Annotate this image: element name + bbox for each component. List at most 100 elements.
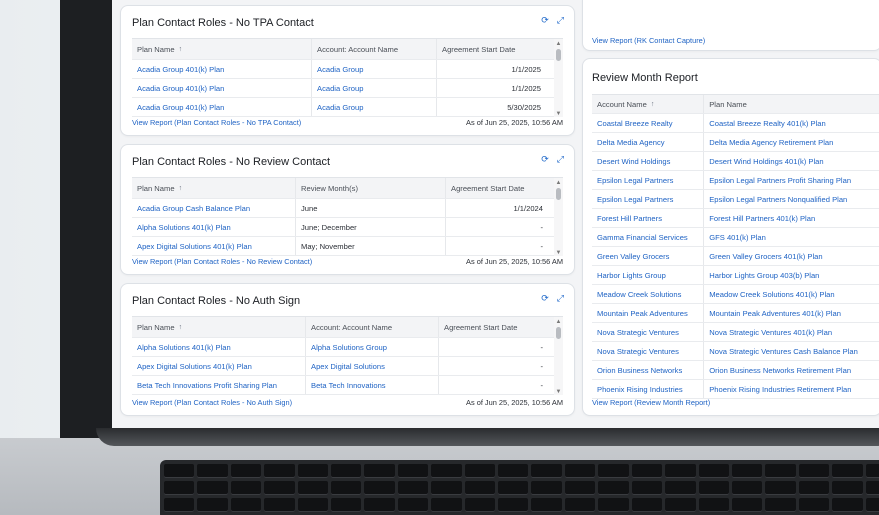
column-header[interactable]: Plan Name xyxy=(704,95,879,113)
scroll-up-icon[interactable]: ▲ xyxy=(555,41,562,47)
table-cell[interactable]: Orion Business Networks xyxy=(592,361,705,379)
keyboard-key xyxy=(197,498,228,512)
table-row: Acadia Group 401(k) Plan Acadia Group 1/1/… xyxy=(132,60,563,79)
table-cell[interactable]: Nova Strategic Ventures xyxy=(592,323,705,341)
table-row: Desert Wind Holdings Desert Wind Holdings… xyxy=(592,152,879,171)
column-header[interactable]: Agreement Start Date xyxy=(439,317,557,337)
view-report-review-month-link[interactable]: View Report (Review Month Report) xyxy=(592,398,710,407)
table-cell[interactable]: Apex Digital Solutions 401(k) Plan xyxy=(132,357,306,375)
table-cell[interactable]: Acadia Group xyxy=(312,98,437,116)
table-cell[interactable]: Alpha Solutions 401(k) Plan xyxy=(132,338,306,356)
table-cell[interactable]: Meadow Creek Solutions xyxy=(592,285,705,303)
table-cell[interactable]: Desert Wind Holdings 401(k) Plan xyxy=(704,152,879,170)
table-cell[interactable]: Acadia Group Cash Balance Plan xyxy=(132,199,296,217)
panel-no-review-contact: Plan Contact Roles - No Review Contact ⟳… xyxy=(120,144,575,275)
table-cell[interactable]: Epsilon Legal Partners xyxy=(592,171,705,189)
table-cell[interactable]: Nova Strategic Ventures 401(k) Plan xyxy=(704,323,879,341)
scroll-thumb[interactable] xyxy=(556,188,561,200)
table-cell[interactable]: Delta Media Agency xyxy=(592,133,705,151)
table-cell[interactable]: Nova Strategic Ventures Cash Balance Pla… xyxy=(704,342,879,360)
table-scrollbar[interactable]: ▲ ▼ xyxy=(554,178,563,256)
column-header[interactable]: Plan Name ↑ xyxy=(132,39,312,59)
column-header[interactable]: Account Name ↑ xyxy=(592,95,705,113)
table-cell[interactable]: Epsilon Legal Partners xyxy=(592,190,705,208)
table-cell[interactable]: Harbor Lights Group xyxy=(592,266,705,284)
table-cell[interactable]: Apex Digital Solutions xyxy=(306,357,439,375)
scroll-up-icon[interactable]: ▲ xyxy=(555,319,562,325)
keyboard-key xyxy=(431,498,462,512)
view-report-link[interactable]: View Report (Plan Contact Roles - No Aut… xyxy=(132,398,292,407)
keyboard-key xyxy=(765,498,796,512)
table-cell[interactable]: Desert Wind Holdings xyxy=(592,152,705,170)
table-cell[interactable]: Green Valley Grocers 401(k) Plan xyxy=(704,247,879,265)
panel-no-auth-sign: Plan Contact Roles - No Auth Sign ⟳ ⤢ Pl… xyxy=(120,283,575,416)
expand-icon[interactable]: ⤢ xyxy=(557,293,564,304)
table-row: Harbor Lights Group Harbor Lights Group 4… xyxy=(592,266,879,285)
view-report-rk-link[interactable]: View Report (RK Contact Capture) xyxy=(592,36,705,45)
table-cell[interactable]: Epsilon Legal Partners Nonqualified Plan xyxy=(704,190,879,208)
table-cell[interactable]: Forest Hill Partners 401(k) Plan xyxy=(704,209,879,227)
table-cell[interactable]: Acadia Group 401(k) Plan xyxy=(132,79,312,97)
refresh-icon[interactable]: ⟳ xyxy=(541,154,549,165)
table-cell[interactable]: Apex Digital Solutions 401(k) Plan xyxy=(132,237,296,255)
table-cell[interactable]: Coastal Breeze Realty 401(k) Plan xyxy=(704,114,879,132)
table-cell[interactable]: Phoenix Rising Industries Retirement Pla… xyxy=(704,380,879,398)
sort-ascending-icon[interactable]: ↑ xyxy=(651,101,655,108)
scroll-thumb[interactable] xyxy=(556,327,561,339)
table-row: Epsilon Legal Partners Epsilon Legal Part… xyxy=(592,190,879,209)
table-cell[interactable]: GFS 401(k) Plan xyxy=(704,228,879,246)
column-header[interactable]: Agreement Start Date xyxy=(437,39,555,59)
view-report-link[interactable]: View Report (Plan Contact Roles - No Rev… xyxy=(132,257,312,266)
panel-review-month-report: Review Month Report Account Name ↑ Plan … xyxy=(582,58,879,416)
column-header[interactable]: Plan Name ↑ xyxy=(132,178,296,198)
keyboard-key xyxy=(665,464,696,478)
column-header[interactable]: Plan Name ↑ xyxy=(132,317,306,337)
view-report-link[interactable]: View Report (Plan Contact Roles - No TPA… xyxy=(132,118,301,127)
expand-icon[interactable]: ⤢ xyxy=(557,15,564,26)
table-cell[interactable]: Green Valley Grocers xyxy=(592,247,705,265)
panel-title: Plan Contact Roles - No Auth Sign xyxy=(132,295,301,307)
table-cell[interactable]: Orion Business Networks Retirement Plan xyxy=(704,361,879,379)
keyboard-key xyxy=(464,498,496,512)
table-cell[interactable]: Acadia Group xyxy=(312,79,437,97)
keyboard-key xyxy=(531,481,562,495)
table-cell[interactable]: Mountain Peak Adventures xyxy=(592,304,705,322)
table-cell[interactable]: Meadow Creek Solutions 401(k) Plan xyxy=(704,285,879,303)
table-cell[interactable]: Nova Strategic Ventures xyxy=(592,342,705,360)
column-header[interactable]: Review Month(s) xyxy=(296,178,446,198)
table-cell[interactable]: Alpha Solutions Group xyxy=(306,338,439,356)
table-cell[interactable]: Beta Tech Innovations Profit Sharing Pla… xyxy=(132,376,306,394)
column-header[interactable]: Agreement Start Date xyxy=(446,178,557,198)
table-scrollbar[interactable]: ▲ ▼ xyxy=(554,317,563,395)
table-row: Green Valley Grocers Green Valley Grocers… xyxy=(592,247,879,266)
column-header[interactable]: Account: Account Name xyxy=(306,317,439,337)
table-cell[interactable]: Beta Tech Innovations xyxy=(306,376,439,394)
table-scrollbar[interactable]: ▲ ▼ xyxy=(554,39,563,117)
table-cell[interactable]: Acadia Group xyxy=(312,60,437,78)
refresh-icon[interactable]: ⟳ xyxy=(541,15,549,26)
table-cell[interactable]: Harbor Lights Group 403(b) Plan xyxy=(704,266,879,284)
sort-ascending-icon[interactable]: ↑ xyxy=(179,46,183,53)
scroll-down-icon[interactable]: ▼ xyxy=(555,250,562,256)
scroll-down-icon[interactable]: ▼ xyxy=(555,111,562,117)
table-cell[interactable]: Acadia Group 401(k) Plan xyxy=(132,60,312,78)
sort-ascending-icon[interactable]: ↑ xyxy=(179,185,183,192)
column-header[interactable]: Account: Account Name xyxy=(312,39,437,59)
table-cell[interactable]: Mountain Peak Adventures 401(k) Plan xyxy=(704,304,879,322)
table-cell[interactable]: Alpha Solutions 401(k) Plan xyxy=(132,218,296,236)
scroll-up-icon[interactable]: ▲ xyxy=(555,180,562,186)
keyboard-key xyxy=(798,498,830,512)
table-cell[interactable]: Delta Media Agency Retirement Plan xyxy=(704,133,879,151)
sort-ascending-icon[interactable]: ↑ xyxy=(179,324,183,331)
table-cell[interactable]: Epsilon Legal Partners Profit Sharing Pl… xyxy=(704,171,879,189)
refresh-icon[interactable]: ⟳ xyxy=(541,293,549,304)
table-cell[interactable]: Gamma Financial Services xyxy=(592,228,705,246)
keyboard-key xyxy=(698,498,729,512)
table-cell[interactable]: Forest Hill Partners xyxy=(592,209,705,227)
table-cell[interactable]: Phoenix Rising Industries xyxy=(592,380,705,398)
table-cell[interactable]: Coastal Breeze Realty xyxy=(592,114,705,132)
scroll-down-icon[interactable]: ▼ xyxy=(555,389,562,395)
table-cell[interactable]: Acadia Group 401(k) Plan xyxy=(132,98,312,116)
scroll-thumb[interactable] xyxy=(556,49,561,61)
expand-icon[interactable]: ⤢ xyxy=(557,154,564,165)
